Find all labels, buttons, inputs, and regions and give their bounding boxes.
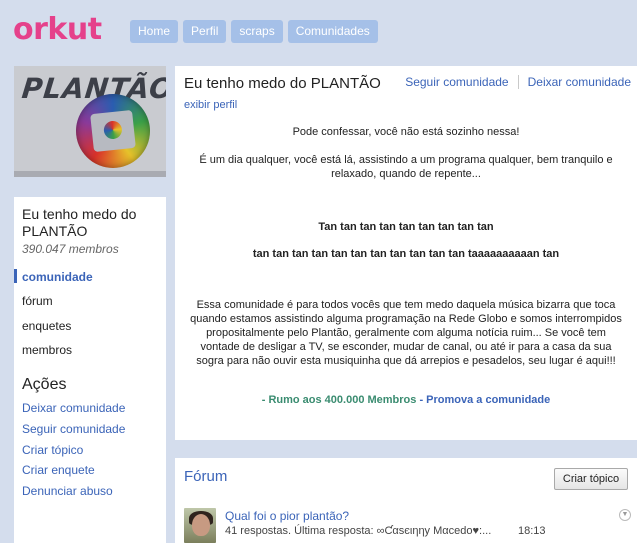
- menu-comunidade[interactable]: comunidade: [22, 270, 93, 284]
- forum-heading[interactable]: Fórum: [184, 468, 227, 485]
- report-abuse-link[interactable]: Denunciar abuso: [22, 484, 113, 498]
- nav-perfil-button[interactable]: Perfil: [183, 20, 227, 43]
- topic-timestamp: 18:13: [518, 525, 546, 537]
- description-line: sogra para não ouvir esta musiquinha que…: [196, 355, 616, 367]
- forum-panel: Fórum Criar tópico Qual foi o pior plant…: [175, 458, 637, 543]
- leave-community-button[interactable]: Deixar comunidade: [528, 75, 631, 89]
- community-links: - Rumo aos 400.000 Membros - Promova a c…: [175, 394, 637, 406]
- description-line: quando estamos assistindo alguma program…: [190, 313, 622, 325]
- follow-community-button[interactable]: Seguir comunidade: [405, 75, 508, 89]
- divider: [517, 75, 519, 89]
- community-profile-panel: Eu tenho medo do PLANTÃO Seguir comunida…: [175, 66, 637, 440]
- community-actions: Seguir comunidade Deixar comunidade: [405, 75, 631, 89]
- description-line: relaxado, quando de repente...: [331, 168, 481, 180]
- description-line: Essa comunidade é para todos vocês que t…: [196, 299, 616, 311]
- description-line: tan tan tan tan tan tan tan tan tan tan …: [252, 248, 560, 260]
- description-line: Pode confessar, você não está sozinho ne…: [292, 126, 520, 138]
- member-count: 390.047 membros: [22, 242, 119, 256]
- nav-home-button[interactable]: Home: [130, 20, 179, 43]
- create-topic-button[interactable]: Criar tópico: [554, 468, 628, 490]
- top-nav: Home Perfil scraps Comunidades: [130, 20, 378, 43]
- goal-link[interactable]: - Rumo aos 400.000 Membros: [262, 394, 417, 406]
- active-menu-indicator: [14, 269, 17, 283]
- create-poll-link[interactable]: Criar enquete: [22, 463, 95, 477]
- promote-community-link[interactable]: - Promova a comunidade: [419, 394, 550, 406]
- page-title: Eu tenho medo do PLANTÃO: [184, 75, 381, 92]
- user-avatar[interactable]: [184, 508, 216, 543]
- topic-title-link[interactable]: Qual foi o pior plantão?: [225, 509, 349, 523]
- orkut-logo[interactable]: orkut: [13, 12, 102, 47]
- actions-heading: Ações: [22, 376, 67, 393]
- divider: [14, 177, 166, 197]
- view-profile-link[interactable]: exibir perfil: [184, 99, 237, 111]
- globo-logo-icon: [76, 94, 150, 168]
- nav-scraps-button[interactable]: scraps: [231, 20, 283, 43]
- description-line: vontade de desligar a TV, se esconder, m…: [200, 341, 612, 353]
- chevron-down-icon[interactable]: ▼: [619, 509, 631, 521]
- community-cover-image[interactable]: PLANTÃO: [14, 66, 166, 177]
- follow-community-link[interactable]: Seguir comunidade: [22, 422, 125, 436]
- description-line: Tan tan tan tan tan tan tan tan tan: [318, 221, 494, 233]
- menu-membros[interactable]: membros: [22, 343, 72, 357]
- community-name: Eu tenho medo do PLANTÃO: [22, 206, 137, 239]
- community-sidebar: PLANTÃO Eu tenho medo do PLANTÃO 390.047…: [14, 66, 166, 543]
- menu-enquetes[interactable]: enquetes: [22, 319, 71, 333]
- create-topic-link[interactable]: Criar tópico: [22, 443, 83, 457]
- menu-forum[interactable]: fórum: [22, 294, 53, 308]
- nav-comunidades-button[interactable]: Comunidades: [287, 20, 378, 43]
- description-line: propositalmente pelo Plantão, geralmente…: [206, 327, 606, 339]
- description-line: É um dia qualquer, você está lá, assisti…: [199, 154, 613, 166]
- topic-meta: 41 respostas. Última resposta: ∞Ƈαѕєιηηу…: [225, 525, 492, 537]
- leave-community-link[interactable]: Deixar comunidade: [22, 401, 125, 415]
